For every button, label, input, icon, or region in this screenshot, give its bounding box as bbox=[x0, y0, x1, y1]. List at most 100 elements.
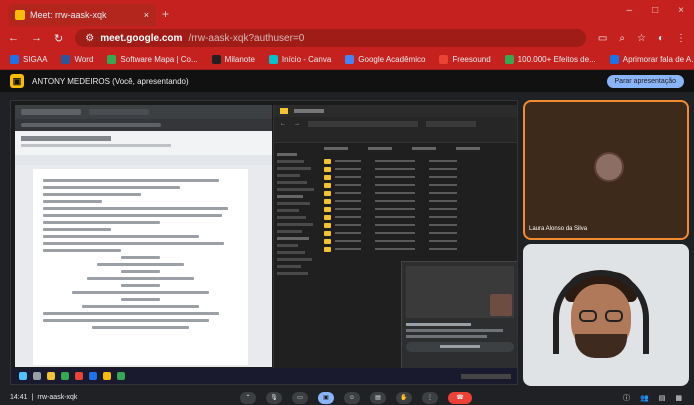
minimize-icon[interactable]: – bbox=[627, 5, 633, 16]
end-call-button[interactable]: ☎ bbox=[448, 391, 472, 404]
bookmark-item[interactable]: Word bbox=[61, 55, 93, 64]
captions-icon[interactable]: ▤ bbox=[370, 391, 386, 404]
doc-line bbox=[43, 228, 112, 231]
omnibox[interactable]: ⚙ meet.google.com/rrw-aask-xqk?authuser=… bbox=[75, 29, 586, 47]
present-screen-icon[interactable]: ▣ bbox=[318, 391, 334, 404]
bookmark-item[interactable]: 100.000+ Efeitos de... bbox=[504, 55, 596, 64]
profile-icon[interactable]: ◐ bbox=[658, 33, 664, 44]
raise-hand-icon[interactable]: ✋ bbox=[396, 391, 412, 404]
bookmark-label: Google Acadêmico bbox=[358, 55, 426, 64]
participant-name: Laura Alonso da Silva bbox=[529, 226, 588, 232]
file-cell-placeholder bbox=[335, 160, 361, 162]
file-cell-placeholder bbox=[335, 176, 361, 178]
browser-tab-meet[interactable]: Meet: rrw-aask-xqk × bbox=[8, 4, 156, 26]
close-tab-icon[interactable]: × bbox=[144, 10, 149, 20]
bookmark-label: Aprimorar fala de A... bbox=[622, 55, 694, 64]
explorer-nav-item bbox=[277, 188, 314, 191]
folder-icon bbox=[324, 190, 331, 196]
explorer-file-row bbox=[324, 189, 516, 197]
bookmark-item[interactable]: Início - Canva bbox=[268, 55, 332, 64]
site-info-icon[interactable]: ⚙ bbox=[85, 33, 94, 44]
explorer-forward-icon: → bbox=[294, 121, 300, 127]
file-cell-placeholder bbox=[335, 216, 361, 218]
bookmark-item[interactable]: Milanote bbox=[211, 55, 255, 64]
bookmark-label: SIGAA bbox=[23, 55, 48, 64]
doc-line bbox=[91, 326, 190, 329]
close-window-icon[interactable]: × bbox=[678, 5, 684, 16]
folder-icon bbox=[324, 206, 331, 212]
meet-stage: ← → Laura Alonso da Silva bbox=[0, 92, 694, 390]
toolbar-icons: ▭ ⌕ ☆ ◐ ⋮ bbox=[598, 33, 686, 44]
bookmark-favicon-icon bbox=[504, 55, 514, 64]
zoom-icon[interactable]: ⌕ bbox=[619, 33, 625, 44]
file-cell-placeholder bbox=[375, 176, 415, 178]
bookmark-favicon-icon bbox=[609, 55, 619, 64]
explorer-file-row bbox=[324, 205, 516, 213]
toast-action-button[interactable] bbox=[406, 342, 514, 352]
file-cell-placeholder bbox=[429, 208, 457, 210]
file-cell-placeholder bbox=[375, 200, 415, 202]
more-options-left-icon[interactable]: ⌃ bbox=[240, 391, 256, 404]
doc-line bbox=[86, 277, 195, 280]
bookmark-label: Word bbox=[74, 55, 94, 64]
bookmark-item[interactable]: SIGAA bbox=[10, 55, 47, 64]
participant-tile-laura[interactable]: Laura Alonso da Silva bbox=[523, 100, 689, 240]
info-icon[interactable]: ⓘ bbox=[623, 393, 630, 403]
back-icon[interactable]: ← bbox=[8, 32, 19, 44]
more-options-icon[interactable]: ⋮ bbox=[422, 391, 438, 404]
activities-icon[interactable]: ▦ bbox=[675, 394, 682, 402]
bookmark-item[interactable]: Aprimorar fala de A... bbox=[609, 55, 694, 64]
doc-line bbox=[43, 242, 225, 245]
self-view-tile[interactable] bbox=[523, 244, 689, 386]
camera-icon[interactable]: ▭ bbox=[598, 33, 607, 44]
camera-toggle-icon[interactable]: ▭ bbox=[292, 391, 308, 404]
file-cell-placeholder bbox=[429, 232, 457, 234]
people-icon[interactable]: 👥 bbox=[640, 394, 649, 402]
file-cell-placeholder bbox=[375, 208, 415, 210]
bookmark-item[interactable]: Google Acadêmico bbox=[345, 55, 425, 64]
explorer-nav-item bbox=[277, 216, 306, 219]
taskbar-app-icon bbox=[117, 372, 125, 380]
maximize-icon[interactable]: □ bbox=[652, 5, 658, 16]
column-header-placeholder bbox=[368, 147, 392, 150]
toast-line bbox=[406, 335, 487, 338]
explorer-nav-item bbox=[277, 167, 311, 170]
file-cell-placeholder bbox=[335, 240, 361, 242]
file-cell-placeholder bbox=[335, 184, 361, 186]
doc-line bbox=[43, 200, 102, 203]
reload-icon[interactable]: ↻ bbox=[54, 32, 63, 45]
file-cell-placeholder bbox=[429, 168, 457, 170]
reactions-icon[interactable]: ☺ bbox=[344, 391, 360, 404]
chat-icon[interactable]: ▤ bbox=[659, 394, 666, 402]
capture-preview bbox=[406, 266, 514, 318]
start-icon bbox=[19, 372, 27, 380]
new-tab-icon[interactable]: + bbox=[162, 7, 169, 21]
file-cell-placeholder bbox=[375, 184, 415, 186]
explorer-titlebar bbox=[274, 105, 517, 117]
presentation-bar: ▣ ANTONY MEDEIROS (Você, apresentando) P… bbox=[0, 70, 694, 92]
stop-presenting-button[interactable]: Parar apresentação bbox=[606, 74, 684, 88]
explorer-nav-item bbox=[277, 237, 309, 240]
file-cell-placeholder bbox=[429, 192, 457, 194]
bookmark-item[interactable]: Software Mapa | Co... bbox=[107, 55, 198, 64]
microphone-icon[interactable]: 🎙 bbox=[266, 391, 282, 404]
bookmark-label: Início - Canva bbox=[281, 55, 332, 64]
bookmark-label: Software Mapa | Co... bbox=[120, 55, 198, 64]
folder-icon bbox=[324, 238, 331, 244]
explorer-path-placeholder bbox=[308, 121, 418, 127]
explorer-file-row bbox=[324, 157, 516, 165]
explorer-nav-item bbox=[277, 195, 303, 198]
menu-dots-icon[interactable]: ⋮ bbox=[676, 33, 686, 44]
bookmark-item[interactable]: Freesound bbox=[439, 55, 491, 64]
participant-avatar bbox=[594, 152, 624, 182]
toast-line bbox=[406, 323, 471, 326]
explorer-commandbar bbox=[274, 131, 517, 143]
folder-icon bbox=[280, 108, 288, 114]
file-cell-placeholder bbox=[375, 192, 415, 194]
folder-icon bbox=[324, 246, 331, 252]
explorer-nav-item bbox=[277, 230, 302, 233]
doc-line bbox=[43, 207, 229, 210]
bookmark-star-icon[interactable]: ☆ bbox=[637, 33, 646, 44]
forward-icon[interactable]: → bbox=[31, 32, 42, 44]
explorer-search-placeholder bbox=[426, 121, 476, 127]
